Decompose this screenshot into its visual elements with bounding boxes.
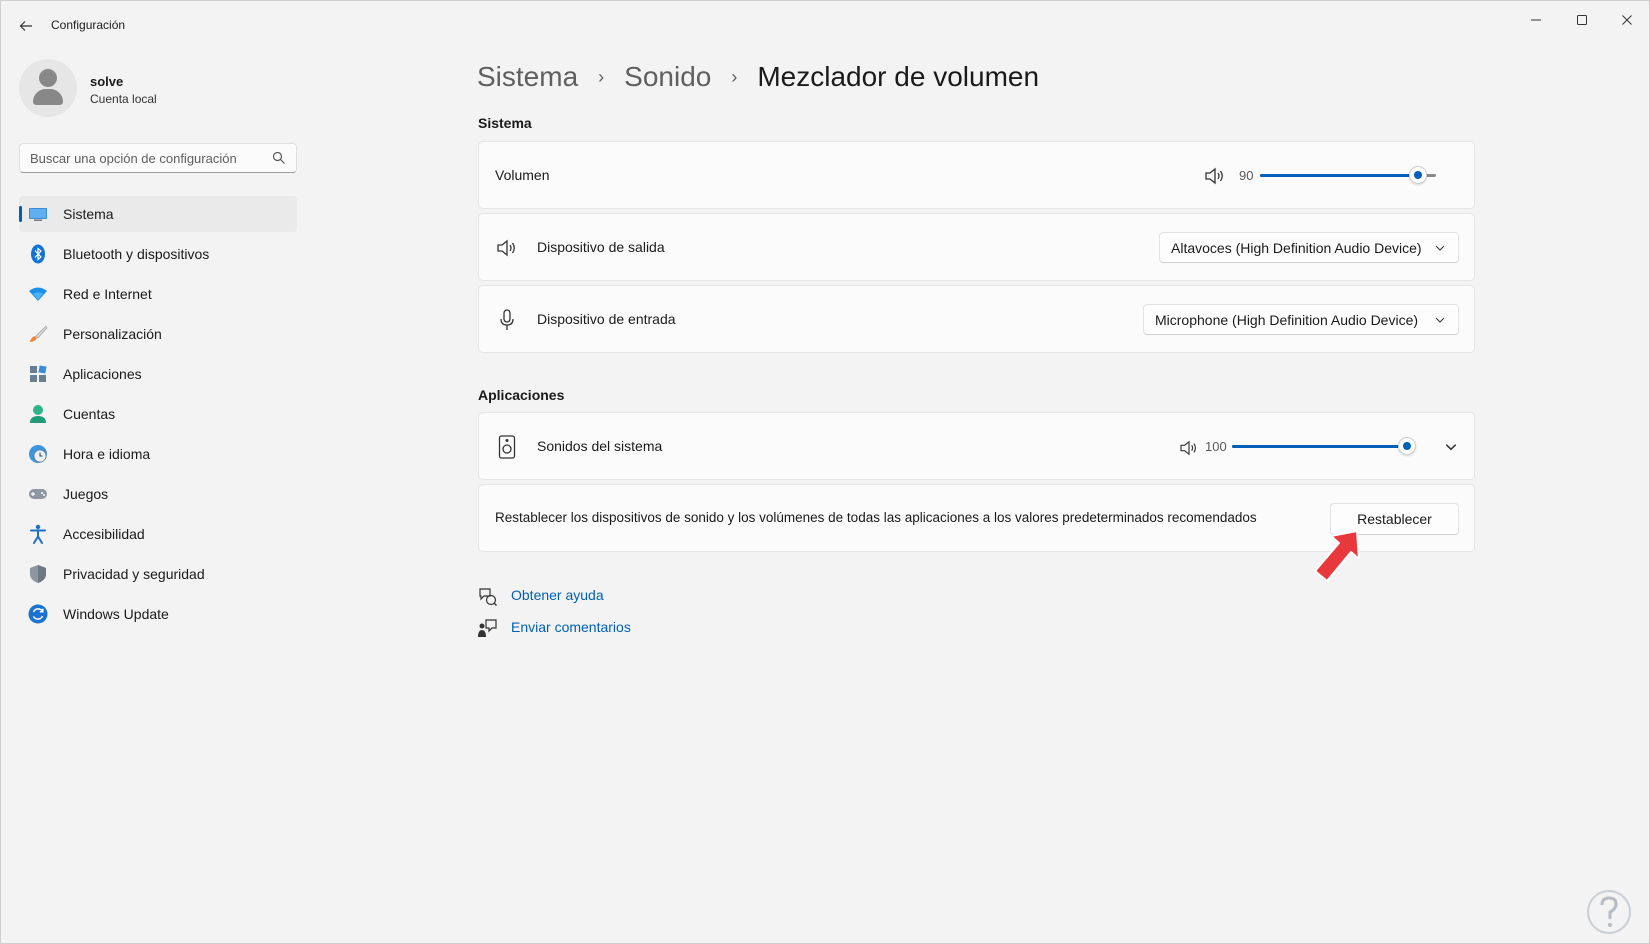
accounts-icon (28, 404, 48, 424)
settings-window: Configuración solve Cuenta local Sistema… (0, 0, 1650, 944)
maximize-icon (1577, 15, 1587, 25)
reset-description: Restablecer los dispositivos de sonido y… (495, 510, 1257, 525)
sidebar-item-label: Bluetooth y dispositivos (63, 246, 210, 262)
chevron-right-icon: › (598, 66, 605, 87)
sidebar-item-label: Aplicaciones (63, 366, 142, 382)
breadcrumb-sistema[interactable]: Sistema (477, 61, 578, 93)
sidebar-item-aplicaciones[interactable]: Aplicaciones (19, 356, 297, 392)
sidebar-item-label: Privacidad y seguridad (63, 566, 205, 582)
output-device-label: Dispositivo de salida (537, 239, 665, 255)
output-device-card: Dispositivo de salida Altavoces (High De… (478, 213, 1475, 281)
system-icon (28, 204, 48, 224)
speaker-icon (495, 236, 519, 260)
sidebar-item-bluetooth[interactable]: Bluetooth y dispositivos (19, 236, 297, 272)
back-arrow-icon (19, 21, 32, 31)
breadcrumb-sonido[interactable]: Sonido (624, 61, 711, 93)
search-icon[interactable] (272, 151, 286, 165)
sidebar-item-privacidad[interactable]: Privacidad y seguridad (19, 556, 297, 592)
volume-label: Volumen (495, 167, 550, 183)
speaker-icon[interactable] (1177, 436, 1201, 460)
volume-card: Volumen 90 (478, 141, 1475, 209)
sidebar-item-label: Juegos (63, 486, 109, 502)
chevron-down-icon (1445, 444, 1457, 451)
profile-account-type: Cuenta local (90, 92, 157, 106)
wifi-icon (28, 284, 48, 304)
maximize-button[interactable] (1567, 9, 1597, 31)
input-device-card: Dispositivo de entrada Microphone (High … (478, 285, 1475, 353)
section-title-sistema: Sistema (478, 115, 532, 131)
sidebar-item-label: Red e Internet (63, 286, 152, 302)
send-feedback-link[interactable]: Enviar comentarios (511, 619, 631, 635)
sidebar-item-windows-update[interactable]: Windows Update (19, 596, 297, 632)
system-sounds-label: Sonidos del sistema (537, 438, 663, 454)
sidebar-item-label: Personalización (63, 326, 162, 342)
back-button[interactable] (15, 15, 37, 37)
sidebar-item-label: Accesibilidad (63, 526, 145, 542)
volume-slider[interactable] (1260, 165, 1436, 185)
pointer-arrow-icon (1314, 530, 1360, 582)
bluetooth-icon (28, 244, 48, 264)
gamepad-icon (28, 484, 48, 504)
sidebar-item-red[interactable]: Red e Internet (19, 276, 297, 312)
system-sounds-slider-thumb[interactable] (1398, 437, 1416, 455)
system-sounds-slider[interactable] (1232, 436, 1416, 456)
minimize-button[interactable] (1521, 9, 1551, 31)
input-device-selected: Microphone (High Definition Audio Device… (1155, 311, 1419, 328)
avatar (19, 59, 77, 117)
sidebar-item-sistema[interactable]: Sistema (19, 196, 297, 232)
sidebar-nav: Sistema Bluetooth y dispositivos Red e I… (19, 196, 297, 636)
input-device-label: Dispositivo de entrada (537, 311, 676, 327)
microphone-icon (495, 308, 519, 332)
chevron-down-icon (1435, 245, 1445, 251)
speaker-icon[interactable] (1203, 164, 1227, 188)
output-device-selected: Altavoces (High Definition Audio Device) (1171, 239, 1422, 256)
brush-icon (28, 324, 48, 344)
user-profile[interactable]: solve Cuenta local (19, 59, 299, 119)
chevron-down-icon (1435, 317, 1445, 323)
search-box (19, 143, 297, 173)
accessibility-icon (28, 524, 48, 544)
shield-icon (28, 564, 48, 584)
sidebar-item-label: Sistema (63, 206, 114, 222)
title-bar: Configuración (1, 1, 1649, 49)
sidebar-item-cuentas[interactable]: Cuentas (19, 396, 297, 432)
close-button[interactable] (1612, 9, 1642, 31)
apps-icon (28, 364, 48, 384)
sidebar-item-hora[interactable]: Hora e idioma (19, 436, 297, 472)
expand-chevron-button[interactable] (1439, 435, 1463, 459)
chevron-right-icon: › (731, 66, 738, 87)
volume-value: 90 (1239, 168, 1254, 183)
sidebar-item-label: Hora e idioma (63, 446, 151, 462)
search-input[interactable] (20, 144, 260, 172)
profile-name: solve (90, 74, 124, 89)
app-title: Configuración (51, 18, 126, 32)
page-title: Mezclador de volumen (757, 61, 1040, 92)
update-icon (28, 604, 48, 624)
output-device-dropdown[interactable]: Altavoces (High Definition Audio Device) (1159, 232, 1459, 263)
sidebar-item-personalizacion[interactable]: Personalización (19, 316, 297, 352)
volume-slider-thumb[interactable] (1409, 166, 1428, 184)
time-language-icon (28, 444, 48, 464)
watermark-logo-icon (1587, 890, 1631, 934)
system-sounds-icon (495, 435, 519, 459)
sidebar-item-label: Windows Update (63, 606, 169, 622)
sidebar-item-juegos[interactable]: Juegos (19, 476, 297, 512)
system-sounds-value: 100 (1205, 439, 1227, 454)
close-icon (1622, 15, 1632, 25)
section-title-aplicaciones: Aplicaciones (478, 387, 565, 403)
help-icon (479, 588, 497, 606)
sidebar-item-label: Cuentas (63, 406, 116, 422)
feedback-icon (478, 619, 497, 637)
sidebar-item-accesibilidad[interactable]: Accesibilidad (19, 516, 297, 552)
system-sounds-card: Sonidos del sistema 100 (478, 412, 1475, 480)
breadcrumb: Sistema › Sonido › Mezclador de volumen (477, 57, 1039, 97)
get-help-link[interactable]: Obtener ayuda (511, 587, 604, 603)
input-device-dropdown[interactable]: Microphone (High Definition Audio Device… (1143, 304, 1459, 335)
minimize-icon (1531, 19, 1541, 21)
